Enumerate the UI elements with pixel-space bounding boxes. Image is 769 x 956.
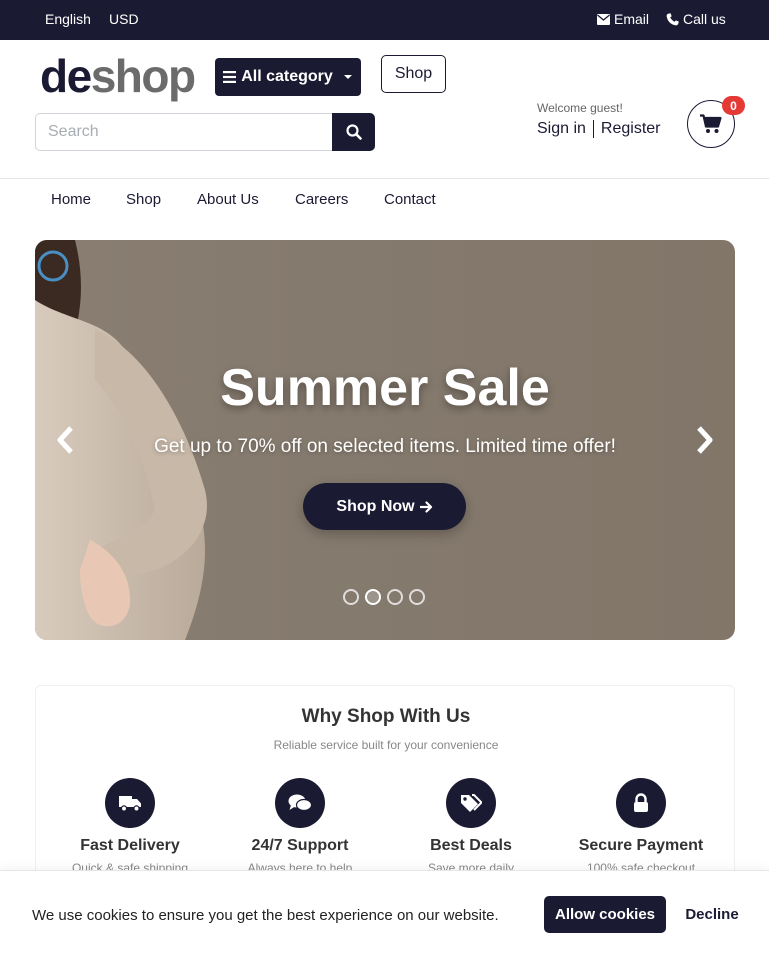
hero-title: Summer Sale bbox=[220, 359, 550, 417]
truck-icon bbox=[105, 778, 155, 828]
currency-selector[interactable]: USD bbox=[109, 11, 139, 27]
carousel-dot[interactable] bbox=[343, 589, 359, 605]
feature-title: Best Deals bbox=[430, 837, 512, 854]
language-selector[interactable]: English bbox=[45, 11, 91, 27]
auth-links: Sign in Register bbox=[537, 120, 661, 138]
call-label: Call us bbox=[683, 11, 726, 27]
all-category-button[interactable]: All category bbox=[215, 58, 361, 96]
nav-home[interactable]: Home bbox=[51, 191, 91, 208]
nav-shop[interactable]: Shop bbox=[126, 191, 161, 208]
email-link[interactable]: Email bbox=[597, 11, 649, 27]
carousel-dot[interactable] bbox=[365, 589, 381, 605]
shop-now-label: Shop Now bbox=[336, 497, 415, 515]
carousel-dot[interactable] bbox=[387, 589, 403, 605]
register-link[interactable]: Register bbox=[601, 120, 661, 138]
feature-best-deals: Best Deals Save more daily bbox=[386, 778, 556, 875]
feature-support: 24/7 Support Always here to help bbox=[215, 778, 385, 875]
carousel-next-icon[interactable] bbox=[691, 425, 717, 455]
welcome-text: Welcome guest! bbox=[537, 101, 623, 115]
hamburger-icon bbox=[223, 71, 237, 83]
header-divider bbox=[0, 178, 769, 179]
decline-cookies-button[interactable]: Decline bbox=[676, 896, 748, 933]
why-shop-section: Why Shop With Us Reliable service built … bbox=[35, 685, 735, 885]
allow-cookies-button[interactable]: Allow cookies bbox=[544, 896, 666, 933]
lock-icon bbox=[616, 778, 666, 828]
search-icon bbox=[345, 124, 362, 140]
caret-down-icon bbox=[343, 75, 352, 79]
call-link[interactable]: Call us bbox=[666, 11, 726, 27]
shop-now-button[interactable]: Shop Now bbox=[303, 483, 466, 530]
carousel-indicators bbox=[343, 589, 425, 605]
arrow-right-icon bbox=[419, 500, 432, 513]
search-bar bbox=[35, 113, 375, 151]
logo-part-de: de bbox=[40, 50, 92, 102]
cookie-message: We use cookies to ensure you get the bes… bbox=[32, 907, 499, 924]
search-input[interactable] bbox=[35, 113, 333, 151]
cart-icon bbox=[700, 114, 722, 133]
feature-title: Secure Payment bbox=[578, 837, 704, 854]
feature-fast-delivery: Fast Delivery Quick & safe shipping bbox=[45, 778, 215, 875]
feature-secure-payment: Secure Payment 100% safe checkout bbox=[556, 778, 726, 875]
logo-part-shop: shop bbox=[90, 50, 196, 102]
top-bar: English USD Email Call us bbox=[0, 0, 769, 40]
hero-carousel: Summer Sale Get up to 70% off on selecte… bbox=[35, 240, 735, 640]
carousel-dot[interactable] bbox=[409, 589, 425, 605]
section-subtitle: Reliable service built for your convenie… bbox=[273, 738, 499, 752]
site-logo[interactable]: deshop bbox=[40, 50, 196, 102]
sign-in-link[interactable]: Sign in bbox=[537, 120, 586, 138]
nav-about-us[interactable]: About Us bbox=[197, 191, 259, 208]
cart-count-badge: 0 bbox=[722, 96, 745, 115]
envelope-icon bbox=[597, 13, 610, 25]
tags-icon bbox=[446, 778, 496, 828]
section-title: Why Shop With Us bbox=[301, 706, 471, 727]
all-category-label: All category bbox=[241, 68, 333, 85]
auth-divider bbox=[592, 120, 594, 138]
email-label: Email bbox=[614, 11, 650, 27]
carousel-prev-icon[interactable] bbox=[53, 425, 79, 455]
cookie-banner: We use cookies to ensure you get the bes… bbox=[0, 870, 769, 956]
phone-icon bbox=[666, 12, 679, 25]
feature-title: 24/7 Support bbox=[251, 837, 349, 854]
search-button[interactable] bbox=[332, 113, 375, 151]
chat-icon bbox=[275, 778, 325, 828]
feature-title: Fast Delivery bbox=[80, 837, 180, 854]
nav-careers[interactable]: Careers bbox=[295, 191, 348, 208]
shop-button[interactable]: Shop bbox=[381, 55, 446, 93]
nav-contact[interactable]: Contact bbox=[384, 191, 436, 208]
hero-subtitle: Get up to 70% off on selected items. Lim… bbox=[154, 436, 616, 457]
